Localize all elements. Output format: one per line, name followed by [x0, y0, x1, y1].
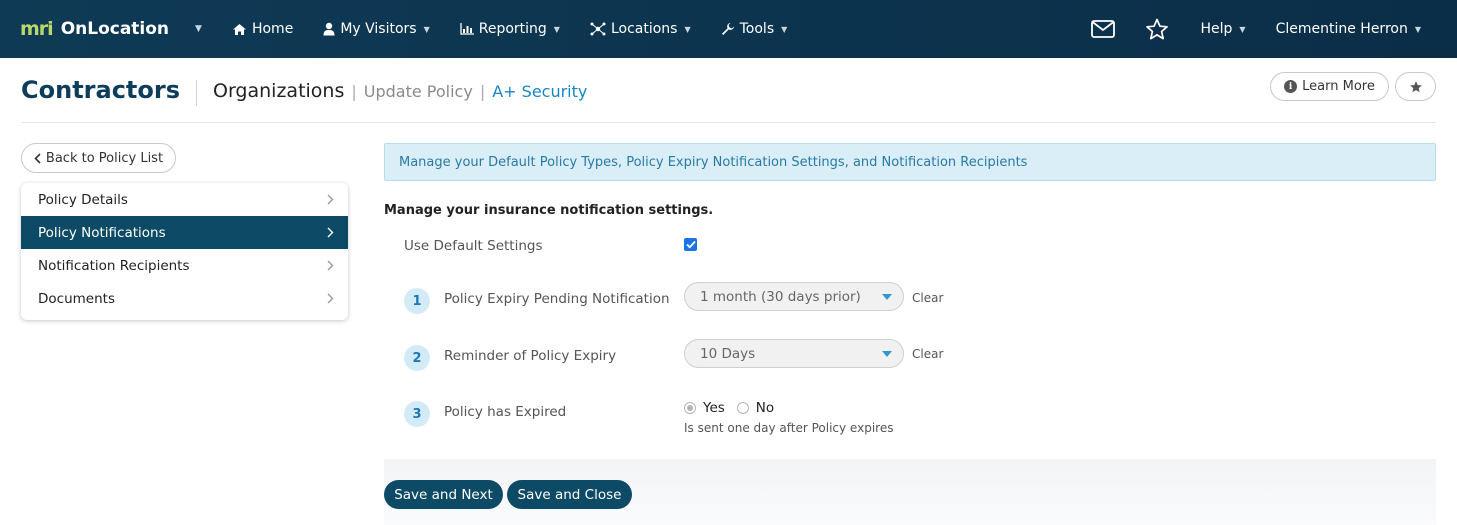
info-banner: Manage your Default Policy Types, Policy…	[384, 143, 1436, 181]
sidebar-item-label: Policy Details	[38, 191, 128, 208]
clear-reminder-link[interactable]: Clear	[912, 347, 943, 361]
radio-no-label[interactable]: No	[756, 400, 774, 416]
title-divider	[196, 80, 197, 106]
chevron-down-icon: ▼	[1414, 24, 1421, 34]
chevron-right-icon	[327, 260, 334, 271]
brand-logo[interactable]: mri OnLocation ▼	[20, 18, 202, 40]
sidebar-item-label: Notification Recipients	[38, 257, 190, 274]
back-label: Back to Policy List	[45, 150, 164, 166]
back-to-policy-list-button[interactable]: Back to Policy List	[21, 143, 176, 173]
breadcrumb-update-policy: Update Policy	[363, 82, 473, 101]
reminder-label: Reminder of Policy Expiry	[444, 348, 617, 364]
help-label: Help	[1200, 21, 1233, 37]
step-badge: 1	[404, 288, 430, 314]
sidebar-item-documents[interactable]: Documents	[21, 282, 348, 315]
top-navbar: mri OnLocation ▼ Home My Visitors ▼ Repo…	[0, 0, 1457, 58]
caret-down-icon	[882, 351, 892, 357]
page-title: Contractors	[21, 76, 180, 104]
sidebar-item-notification-recipients[interactable]: Notification Recipients	[21, 249, 348, 282]
breadcrumb-a-plus-security[interactable]: A+ Security	[492, 82, 587, 101]
chevron-down-icon: ▼	[1239, 24, 1246, 34]
select-value: 10 Days	[700, 345, 756, 362]
chevron-right-icon	[327, 227, 334, 238]
chevron-down-icon[interactable]: ▼	[195, 24, 202, 34]
nav-home-label: Home	[251, 21, 294, 37]
sidebar-item-label: Policy Notifications	[38, 224, 166, 241]
chevron-down-icon: ▼	[423, 24, 430, 34]
expiry-pending-label: Policy Expiry Pending Notification	[444, 291, 670, 307]
radio-yes-label[interactable]: Yes	[703, 400, 725, 416]
header-divider	[21, 122, 1436, 123]
sidebar-item-policy-notifications[interactable]: Policy Notifications	[21, 216, 348, 249]
breadcrumb: Organizations | Update Policy | A+ Secur…	[213, 80, 587, 102]
nav-locations-label: Locations	[610, 21, 678, 37]
section-heading: Manage your insurance notification setti…	[384, 203, 714, 218]
save-and-close-button[interactable]: Save and Close	[507, 480, 632, 509]
reminder-select[interactable]: 10 Days	[684, 339, 904, 368]
wrench-icon	[721, 22, 735, 36]
mail-icon[interactable]	[1090, 17, 1115, 41]
bar-chart-icon	[460, 23, 474, 35]
nav-right-group: Help ▼ Clementine Herron ▼	[1090, 0, 1457, 58]
favorite-button[interactable]	[1395, 72, 1436, 101]
policy-side-menu: Policy Details Policy Notifications Noti…	[21, 183, 348, 320]
star-icon	[1409, 80, 1423, 94]
caret-down-icon	[882, 294, 892, 300]
chevron-right-icon	[327, 293, 334, 304]
expiry-pending-select[interactable]: 1 month (30 days prior)	[684, 282, 904, 311]
star-icon[interactable]	[1145, 17, 1169, 41]
radio-yes[interactable]	[684, 402, 696, 414]
nav-tools-label: Tools	[739, 21, 775, 37]
step-badge: 2	[404, 345, 430, 371]
nav-home[interactable]: Home	[232, 21, 293, 37]
policy-expired-label: Policy has Expired	[444, 404, 567, 420]
chevron-left-icon	[34, 152, 41, 164]
step-badge: 3	[404, 401, 430, 427]
user-icon	[323, 22, 335, 36]
policy-expired-radio-group: Yes No	[684, 400, 786, 416]
nav-reporting[interactable]: Reporting ▼	[460, 21, 560, 37]
home-icon	[232, 23, 247, 36]
info-icon: i	[1284, 80, 1298, 93]
breadcrumb-separator: |	[479, 82, 486, 101]
nav-my-visitors-label: My Visitors	[340, 21, 417, 37]
help-menu[interactable]: Help ▼	[1201, 21, 1246, 37]
user-menu[interactable]: Clementine Herron ▼	[1276, 21, 1421, 37]
brand-mark: mri	[20, 18, 54, 40]
nav-locations[interactable]: Locations ▼	[590, 21, 691, 37]
chevron-down-icon: ▼	[684, 24, 691, 34]
nav-reporting-label: Reporting	[478, 21, 547, 37]
chevron-right-icon	[327, 194, 334, 205]
breadcrumb-separator: |	[351, 82, 357, 101]
chevron-down-icon: ▼	[781, 24, 788, 34]
network-icon	[590, 22, 606, 36]
save-and-next-button[interactable]: Save and Next	[384, 480, 503, 509]
sidebar-item-label: Documents	[38, 290, 115, 307]
breadcrumb-organizations: Organizations	[213, 80, 345, 102]
learn-more-label: Learn More	[1302, 79, 1375, 94]
learn-more-button[interactable]: i Learn More	[1270, 72, 1389, 101]
nav-my-visitors[interactable]: My Visitors ▼	[323, 21, 430, 37]
radio-no[interactable]	[736, 402, 749, 414]
clear-expiry-pending-link[interactable]: Clear	[912, 291, 943, 305]
sidebar-item-policy-details[interactable]: Policy Details	[21, 183, 348, 216]
user-name: Clementine Herron	[1275, 21, 1408, 37]
use-default-label: Use Default Settings	[404, 238, 543, 254]
brand-name: OnLocation	[60, 19, 170, 39]
select-value: 1 month (30 days prior)	[700, 288, 861, 305]
policy-expired-help-text: Is sent one day after Policy expires	[684, 421, 894, 435]
use-default-checkbox[interactable]	[684, 238, 697, 251]
chevron-down-icon: ▼	[553, 24, 560, 34]
nav-tools[interactable]: Tools ▼	[721, 21, 788, 37]
